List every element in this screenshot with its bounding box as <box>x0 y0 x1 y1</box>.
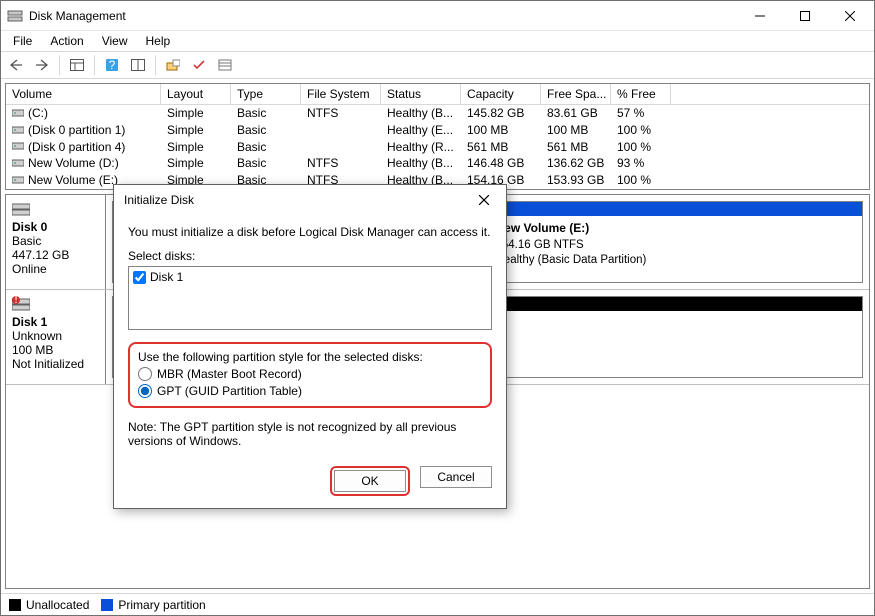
partition-style-label: Use the following partition style for th… <box>138 350 482 364</box>
disk-management-window: Disk Management File Action View Help ? … <box>0 0 875 616</box>
mbr-radio-input[interactable] <box>138 367 152 381</box>
gpt-radio[interactable]: GPT (GUID Partition Table) <box>138 384 482 398</box>
legend-unallocated: Unallocated <box>9 598 89 612</box>
drive-icon <box>12 174 24 188</box>
legend: Unallocated Primary partition <box>1 593 874 615</box>
col-capacity[interactable]: Capacity <box>461 84 541 104</box>
mbr-radio[interactable]: MBR (Master Boot Record) <box>138 367 482 381</box>
select-disks-label: Select disks: <box>128 249 492 263</box>
volume-list: Volume Layout Type File System Status Ca… <box>5 83 870 190</box>
svg-text:!: ! <box>14 296 17 306</box>
volume-row[interactable]: (Disk 0 partition 1)SimpleBasicHealthy (… <box>6 122 869 139</box>
disk-header[interactable]: Disk 0Basic447.12 GBOnline <box>6 195 106 289</box>
volume-row[interactable]: (Disk 0 partition 4)SimpleBasicHealthy (… <box>6 139 869 156</box>
cancel-button[interactable]: Cancel <box>420 466 492 488</box>
menubar: File Action View Help <box>1 31 874 51</box>
ok-button[interactable]: OK <box>334 470 406 492</box>
forward-button[interactable] <box>31 54 53 76</box>
col-type[interactable]: Type <box>231 84 301 104</box>
initialize-disk-dialog: Initialize Disk You must initialize a di… <box>113 184 507 509</box>
disk-header[interactable]: !Disk 1Unknown100 MBNot Initialized <box>6 290 106 384</box>
partition[interactable]: New Volume (E:)154.16 GB NTFSHealthy (Ba… <box>489 201 864 283</box>
toolbar: ? <box>1 51 874 79</box>
menu-action[interactable]: Action <box>42 32 91 50</box>
gpt-note: Note: The GPT partition style is not rec… <box>128 420 492 448</box>
disk1-checkbox-input[interactable] <box>133 271 146 284</box>
volume-row[interactable]: (C:)SimpleBasicNTFSHealthy (B...145.82 G… <box>6 105 869 122</box>
dialog-intro: You must initialize a disk before Logica… <box>128 225 492 239</box>
disk-select-list[interactable]: Disk 1 <box>128 266 492 330</box>
col-status[interactable]: Status <box>381 84 461 104</box>
partition-style-group: Use the following partition style for th… <box>128 342 492 408</box>
ok-highlight: OK <box>330 466 410 496</box>
toolbar-separator <box>94 55 95 75</box>
dialog-title: Initialize Disk <box>120 193 468 207</box>
toolbar-separator <box>155 55 156 75</box>
drive-icon <box>12 107 24 121</box>
gpt-radio-input[interactable] <box>138 384 152 398</box>
menu-file[interactable]: File <box>5 32 40 50</box>
minimize-button[interactable] <box>737 1 782 30</box>
disk1-checkbox[interactable]: Disk 1 <box>133 270 487 284</box>
drive-icon <box>12 124 24 138</box>
disk-icon <box>12 201 99 220</box>
window-title: Disk Management <box>29 9 737 23</box>
close-button[interactable] <box>827 1 872 30</box>
disk-icon: ! <box>12 296 99 315</box>
menu-view[interactable]: View <box>94 32 136 50</box>
col-fs[interactable]: File System <box>301 84 381 104</box>
col-free[interactable]: Free Spa... <box>541 84 611 104</box>
settings-icon[interactable] <box>162 54 184 76</box>
volume-row[interactable]: New Volume (D:)SimpleBasicNTFSHealthy (B… <box>6 155 869 172</box>
titlebar: Disk Management <box>1 1 874 31</box>
drive-icon <box>12 140 24 154</box>
back-button[interactable] <box>5 54 27 76</box>
maximize-button[interactable] <box>782 1 827 30</box>
menu-help[interactable]: Help <box>138 32 179 50</box>
list-icon[interactable] <box>214 54 236 76</box>
col-layout[interactable]: Layout <box>161 84 231 104</box>
col-pct[interactable]: % Free <box>611 84 671 104</box>
help-icon[interactable]: ? <box>101 54 123 76</box>
app-icon <box>7 8 23 24</box>
layout-icon[interactable] <box>66 54 88 76</box>
panes-icon[interactable] <box>127 54 149 76</box>
col-spacer <box>671 84 869 104</box>
dialog-titlebar: Initialize Disk <box>114 185 506 215</box>
checkmark-icon[interactable] <box>188 54 210 76</box>
column-headers: Volume Layout Type File System Status Ca… <box>6 84 869 105</box>
toolbar-separator <box>59 55 60 75</box>
col-volume[interactable]: Volume <box>6 84 161 104</box>
drive-icon <box>12 157 24 171</box>
legend-primary: Primary partition <box>101 598 205 612</box>
svg-text:?: ? <box>109 58 116 72</box>
dialog-close-button[interactable] <box>468 187 500 213</box>
